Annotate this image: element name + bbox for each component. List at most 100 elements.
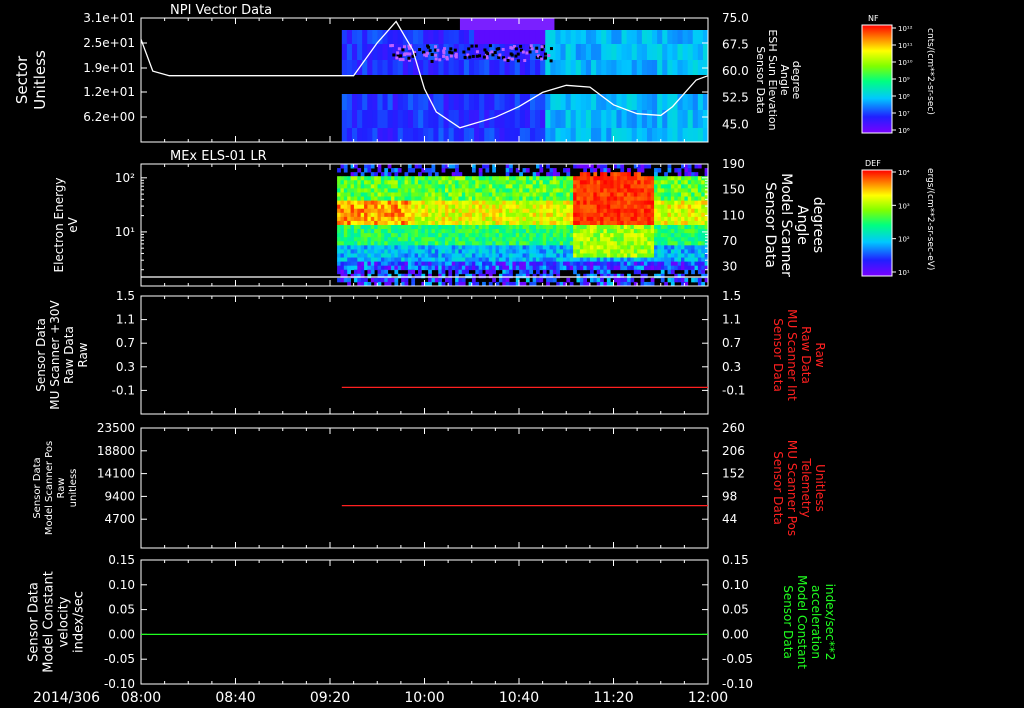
panel2-heatmap-cell: [684, 241, 689, 246]
panel2-heatmap-cell: [613, 216, 618, 222]
panel1-heatmap-cell: [621, 60, 628, 75]
panel2-heatmap-cell: [610, 237, 614, 242]
panel1-heatmap-cell: [362, 94, 368, 110]
panel2-heatmap-cell: [357, 204, 362, 210]
panel2-heatmap-cell: [613, 200, 618, 206]
panel2-heatmap-cell: [488, 261, 493, 267]
panel2-heatmap-cell: [620, 229, 625, 234]
panel2-heatmap-cell: [498, 229, 503, 234]
panel2-heatmap-cell: [637, 241, 641, 246]
panel2-heatmap-cell: [569, 245, 574, 250]
panel2-heatmap-cell: [458, 180, 463, 185]
panel2-heatmap-cell: [536, 253, 540, 258]
panel2-heatmap-cell: [589, 192, 594, 197]
panel1-heatmap-cell: [474, 30, 480, 44]
panel2-heatmap-cell: [552, 212, 557, 218]
panel2-heatmap-cell: [397, 245, 402, 250]
panel2-heatmap-cell: [391, 233, 395, 238]
panel2-heatmap-cell: [418, 172, 422, 177]
panel2-heatmap-cell: [664, 265, 668, 271]
panel2-heatmap-cell: [697, 208, 702, 214]
panel2-heatmap-cell: [478, 265, 483, 271]
panel1-heatmap-spot: [467, 47, 471, 51]
panel2-heatmap-cell: [337, 225, 341, 230]
panel2-heatmap-cell: [505, 225, 510, 230]
panel2-heatmap-cell: [397, 233, 402, 238]
panel2-heatmap-cell: [623, 225, 628, 230]
panel2-heatmap-cell: [643, 180, 648, 185]
panel2-heatmap-cell: [353, 245, 358, 250]
panel2-heatmap-cell: [353, 172, 358, 177]
panel2-heatmap-cell: [522, 237, 527, 242]
panel2-heatmap-cell: [687, 212, 692, 218]
panel2-heatmap-cell: [691, 180, 695, 185]
panel1-heatmap-cell: [631, 60, 638, 75]
panel2-heatmap-cell: [647, 229, 652, 234]
panel2-heatmap-cell: [340, 229, 345, 234]
panel2-heatmap-cell: [610, 192, 614, 197]
panel1-heatmap-cell: [402, 60, 409, 75]
panel5-ytick-label: -0.10: [104, 677, 135, 691]
panel2-heatmap-cell: [350, 176, 355, 181]
panel2-heatmap-cell: [586, 261, 591, 267]
panel2-heatmap-cell: [569, 192, 574, 197]
panel2-heatmap-cell: [444, 176, 449, 181]
panel2-heatmap-cell: [401, 204, 405, 210]
panel2-heatmap-cell: [337, 220, 341, 226]
panel2-heatmap-cell: [556, 229, 561, 234]
panel2-heatmap-cell: [654, 192, 658, 197]
panel2-heatmap-cell: [532, 208, 537, 214]
panel2-heatmap-cell: [394, 204, 399, 210]
panel1-heatmap-spot: [530, 47, 534, 51]
panel2-heatmap-cell: [478, 225, 483, 230]
panel2-heatmap-cell: [438, 208, 443, 214]
panel2-heatmap-cell: [492, 241, 496, 246]
panel2-heatmap-cell: [391, 245, 395, 250]
panel1-heatmap-cell: [494, 30, 500, 44]
panel2-heatmap-cell: [337, 229, 341, 234]
panel1-heatmap-cell: [596, 94, 602, 110]
panel2-heatmap-cell: [384, 180, 389, 185]
panel1-heatmap-cell: [392, 94, 399, 110]
panel2-heatmap-cell: [694, 204, 699, 210]
panel2-heatmap-cell: [606, 176, 611, 181]
panel2-heatmap-cell: [579, 188, 584, 193]
panel2-heatmap-cell: [532, 225, 537, 230]
panel2-heatmap-cell: [687, 261, 692, 267]
panel2-heatmap-cell: [448, 204, 453, 210]
panel2-heatmap-cell: [660, 180, 665, 185]
panel2-heatmap-cell: [657, 212, 662, 218]
panel2-heatmap-cell: [563, 184, 567, 189]
panel2-heatmap-cell: [478, 249, 483, 254]
panel2-heatmap-cell: [654, 212, 658, 218]
panel2-heatmap-cell: [647, 180, 652, 185]
panel2-heatmap-cell: [431, 241, 436, 246]
panel1-heatmap-cell: [529, 30, 536, 44]
panel2-heatmap-cell: [471, 208, 476, 214]
panel2-heatmap-cell: [391, 265, 395, 271]
panel2-heatmap-cell: [468, 212, 473, 218]
panel2-heatmap-cell: [340, 249, 345, 254]
panel1-heatmap-cell: [423, 110, 429, 128]
panel2-heatmap-cell: [576, 188, 581, 193]
panel2-heatmap-cell: [677, 277, 682, 283]
panel1-heatmap-cell: [392, 128, 399, 142]
panel2-heatmap-cell: [347, 269, 351, 275]
panel2-heatmap-cell: [448, 200, 453, 206]
panel2-heatmap-cell: [660, 216, 665, 222]
panel2-heatmap-cell: [441, 212, 446, 218]
panel1-heatmap-cell: [646, 110, 653, 128]
panel2-heatmap-cell: [488, 176, 493, 181]
panel2-heatmap-cell: [681, 237, 685, 242]
panel2-heatmap-cell: [701, 212, 706, 218]
panel2-heatmap-cell: [623, 216, 628, 222]
panel2-heatmap-cell: [630, 188, 635, 193]
panel1-heatmap-cell: [682, 44, 689, 60]
panel2-heatmap-cell: [563, 229, 567, 234]
panel2-heatmap-cell: [600, 180, 604, 185]
panel2-heatmap-cell: [380, 261, 385, 267]
panel2-heatmap-cell: [471, 204, 476, 210]
panel1-heatmap-cell: [682, 94, 689, 110]
panel2-heatmap-cell: [343, 176, 348, 181]
panel2-heatmap-cell: [600, 269, 604, 275]
